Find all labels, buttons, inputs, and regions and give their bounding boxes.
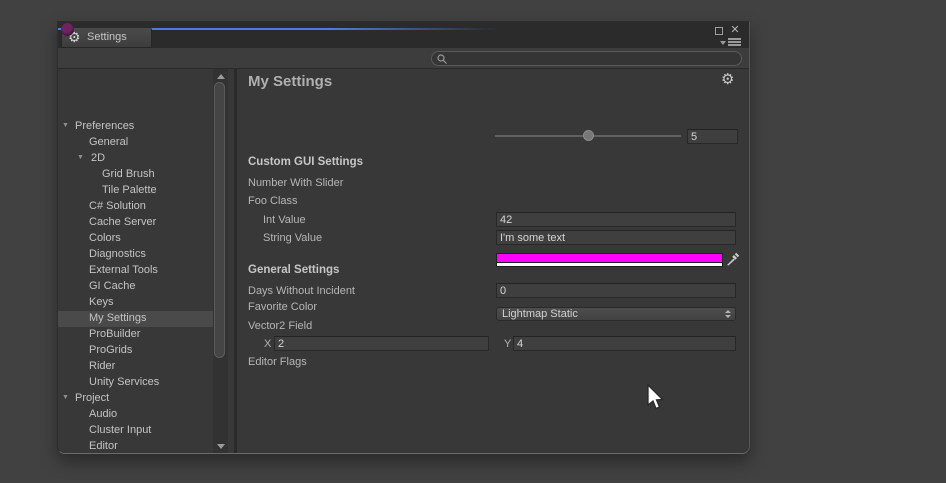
sidebar-item-cluster-input[interactable]: Cluster Input [58,423,213,439]
settings-window: ⚙ Settings ✕ ▼ Preferences General ▼ [57,21,750,454]
slider-label: Number With Slider [248,177,343,189]
search-input[interactable] [450,52,735,64]
sidebar-item-rider[interactable]: Rider [58,359,213,375]
color-swatch-alpha-bar [497,262,722,266]
string-value-label: String Value [263,232,322,244]
sidebar-item-tile-palette[interactable]: Tile Palette [58,183,213,199]
eyedropper-icon[interactable] [726,252,740,266]
sidebar-item-unity-services[interactable]: Unity Services [58,375,213,391]
days-field[interactable] [496,283,736,298]
tab-settings[interactable]: ⚙ Settings [61,28,152,48]
settings-panel: My Settings ⚙ Custom GUI Settings Number… [237,69,749,453]
sidebar-item-gi-cache[interactable]: GI Cache [58,279,213,295]
sidebar-item-2d[interactable]: ▼ 2D [58,151,213,167]
scrollbar-thumb[interactable] [214,82,225,358]
sidebar-item-probuilder[interactable]: ProBuilder [58,327,213,343]
editor-flags-label: Editor Flags [248,356,307,368]
sidebar-item-colors[interactable]: Colors [58,231,213,247]
page-title: My Settings [248,73,332,90]
window-menu-icon[interactable] [720,38,742,47]
vector2-y-field[interactable] [513,336,736,351]
vector2-x-label: X [264,338,271,350]
tab-title: Settings [87,31,127,43]
dropdown-arrows-icon [725,310,731,318]
sidebar-item-progrids[interactable]: ProGrids [58,343,213,359]
editor-flags-dropdown[interactable]: Lightmap Static [496,307,736,321]
sidebar-item-keys[interactable]: Keys [58,295,213,311]
sidebar-item-diagnostics[interactable]: Diagnostics [58,247,213,263]
scroll-down-icon[interactable] [217,444,225,449]
settings-tree: ▼ Preferences General ▼ 2D Grid Brush Ti… [58,69,234,453]
sidebar-item-project[interactable]: ▼ Project [58,391,213,407]
sidebar-scrollbar[interactable] [213,69,228,453]
hamburger-icon [728,38,741,47]
sidebar-item-preferences[interactable]: ▼ Preferences [58,119,213,135]
section-general-settings: General Settings [248,264,339,276]
search-icon [437,54,448,65]
sidebar-item-my-settings[interactable]: My Settings [58,311,213,327]
maximize-icon[interactable] [715,27,723,35]
dropdown-selected-value: Lightmap Static [502,308,578,320]
vector2-label: Vector2 Field [248,320,312,332]
sidebar-item-editor[interactable]: Editor [58,439,213,454]
toolbar [58,48,749,69]
int-value-label: Int Value [263,214,306,226]
days-label: Days Without Incident [248,285,355,297]
vector2-y-label: Y [504,338,511,350]
vector2-x-field[interactable] [274,336,489,351]
desktop: { "window": { "tab_title": "Settings", "… [0,0,946,483]
sidebar-item-external-tools[interactable]: External Tools [58,263,213,279]
caret-down-icon [720,41,726,45]
preferences-badge-icon [61,23,74,36]
title-bar[interactable]: ⚙ Settings ✕ [58,22,749,48]
scroll-up-icon[interactable] [217,74,225,79]
sidebar-item-csharp-solution[interactable]: C# Solution [58,199,213,215]
close-icon[interactable]: ✕ [728,23,742,37]
favorite-color-label: Favorite Color [248,301,317,313]
section-custom-gui-settings: Custom GUI Settings [248,156,363,168]
sidebar-item-general[interactable]: General [58,135,213,151]
expand-triangle-icon[interactable]: ▼ [62,394,69,401]
sidebar-item-audio[interactable]: Audio [58,407,213,423]
number-slider-knob[interactable] [583,130,594,141]
search-bar[interactable] [431,51,742,66]
color-field[interactable] [496,253,723,267]
sidebar-item-cache-server[interactable]: Cache Server [58,215,213,231]
slider-value-field[interactable] [687,129,738,144]
int-value-field[interactable] [496,212,736,227]
sidebar-item-grid-brush[interactable]: Grid Brush [58,167,213,183]
expand-triangle-icon[interactable]: ▼ [77,154,84,161]
gear-icon[interactable]: ⚙ [721,70,734,88]
expand-triangle-icon[interactable]: ▼ [62,122,69,129]
string-value-field[interactable] [496,230,736,245]
foo-class-label: Foo Class [248,195,298,207]
